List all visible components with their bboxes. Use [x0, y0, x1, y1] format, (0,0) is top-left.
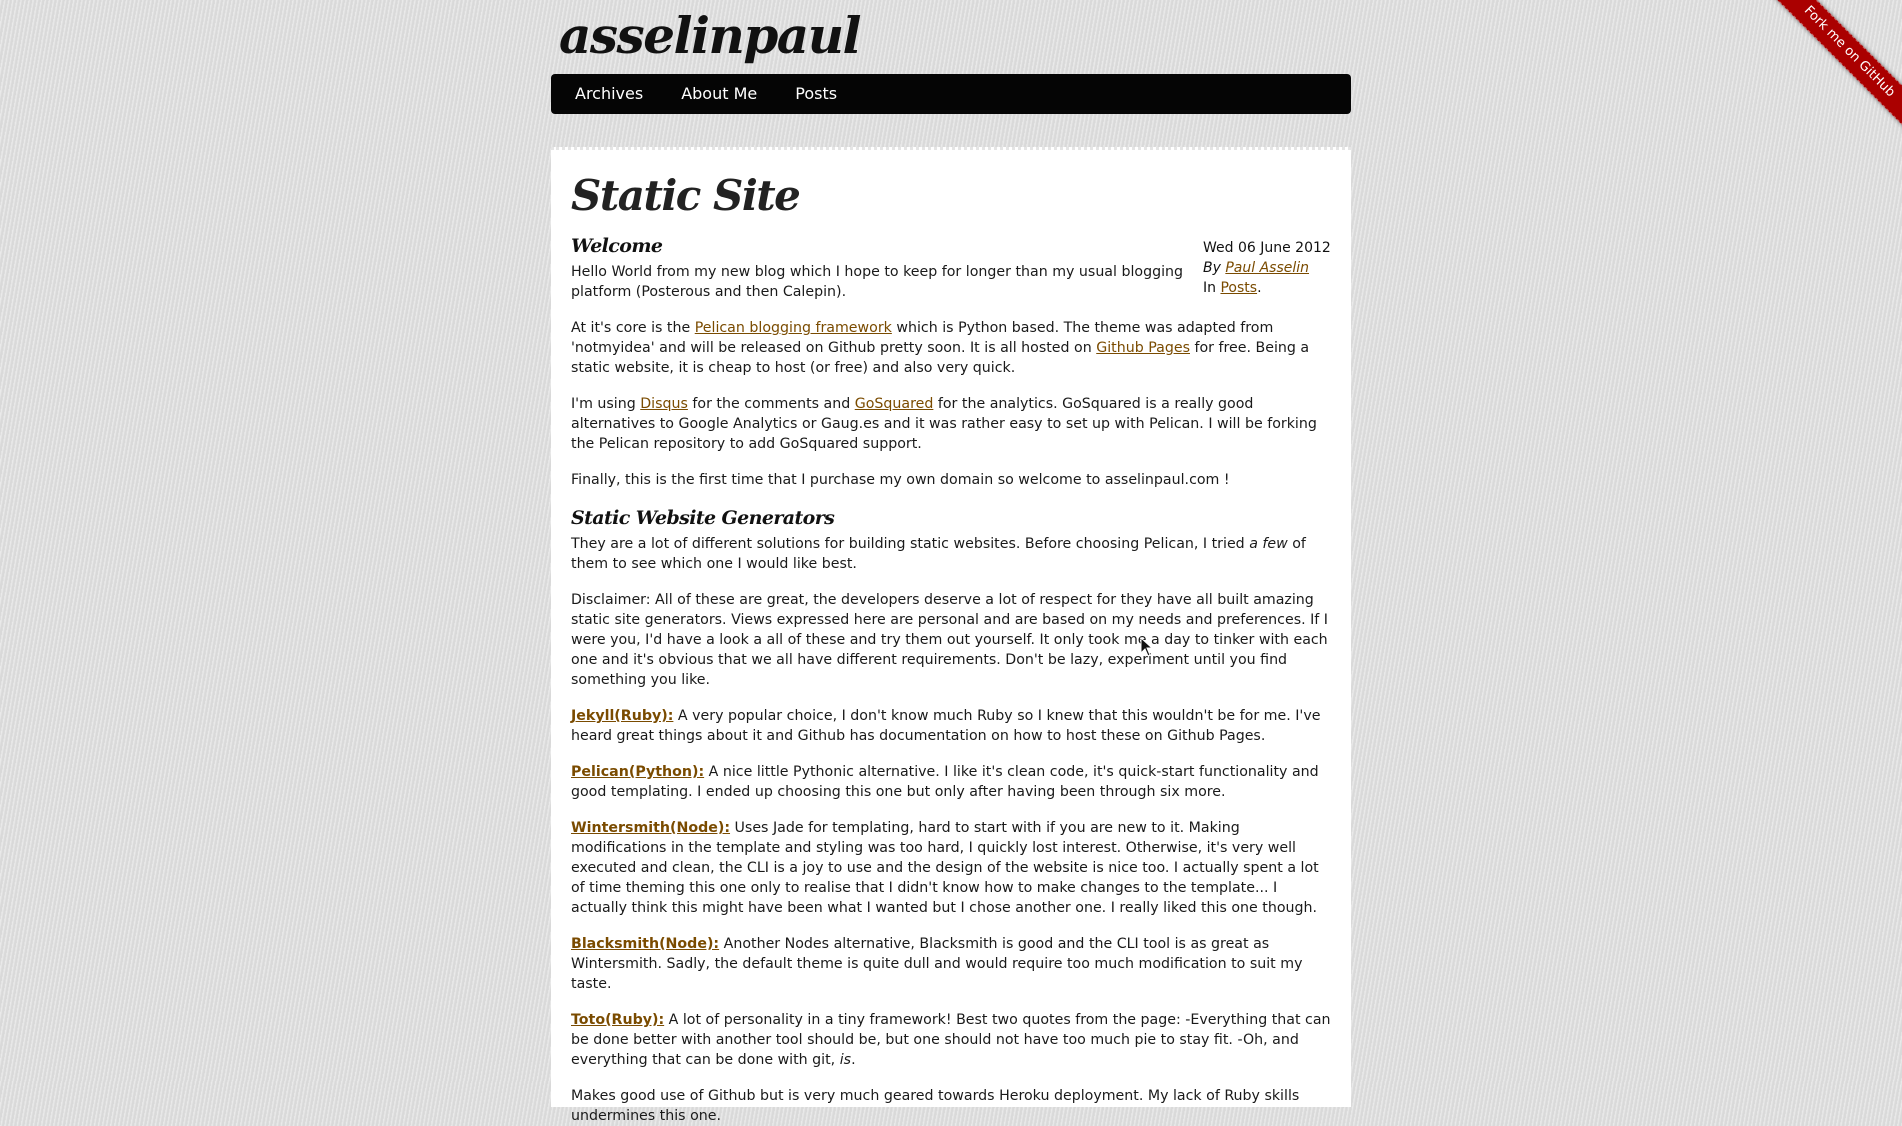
post-category-line: In Posts.: [1203, 280, 1262, 296]
site-title[interactable]: asselinpaul: [559, 6, 862, 66]
text: At it's core is the: [571, 320, 695, 336]
emphasis: a few: [1249, 536, 1288, 552]
text: They are a lot of different solutions fo…: [571, 536, 1250, 552]
paragraph-disclaimer: Disclaimer: All of these are great, the …: [571, 592, 1328, 688]
post-date: Wed 06 June 2012: [1203, 240, 1331, 256]
disqus-link[interactable]: Disqus: [640, 396, 688, 412]
text: I'm using: [571, 396, 641, 412]
category-link[interactable]: Posts: [1220, 280, 1257, 296]
paragraph-core: At it's core is the Pelican blogging fra…: [571, 318, 1331, 378]
text: for the comments and: [687, 396, 855, 412]
nav-item-posts[interactable]: Posts: [781, 74, 851, 114]
toto-link[interactable]: Toto(Ruby):: [571, 1012, 664, 1028]
generator-jekyll: Jekyll(Ruby): A very popular choice, I d…: [571, 706, 1331, 746]
pelican-framework-link[interactable]: Pelican blogging framework: [695, 320, 892, 336]
pelican-link[interactable]: Pelican(Python):: [571, 764, 704, 780]
wintersmith-link[interactable]: Wintersmith(Node):: [571, 820, 730, 836]
blacksmith-link[interactable]: Blacksmith(Node):: [571, 936, 719, 952]
text: .: [851, 1052, 856, 1068]
paragraph-tools: I'm using Disqus for the comments and Go…: [571, 394, 1331, 454]
post-meta: Wed 06 June 2012 By Paul Asselin In Post…: [1203, 238, 1331, 298]
generator-toto: Toto(Ruby): A lot of personality in a ti…: [571, 1010, 1331, 1070]
fork-me-ribbon[interactable]: Fork me on GitHub: [1764, 0, 1902, 137]
article-container: Static Site Wed 06 June 2012 By Paul Ass…: [551, 147, 1351, 1124]
author-link[interactable]: Paul Asselin: [1225, 260, 1309, 276]
paragraph-domain: Finally, this is the first time that I p…: [571, 472, 1230, 488]
post-author-line: By Paul Asselin: [1203, 258, 1331, 278]
page-title: Static Site: [571, 171, 801, 220]
emphasis: is: [839, 1052, 852, 1068]
nav-item-about-me[interactable]: About Me: [667, 74, 771, 114]
text: A very popular choice, I don't know much…: [571, 708, 1321, 744]
generator-blacksmith: Blacksmith(Node): Another Nodes alternat…: [571, 934, 1331, 994]
nav-item-archives[interactable]: Archives: [561, 74, 657, 114]
generator-wintersmith: Wintersmith(Node): Uses Jade for templat…: [571, 818, 1331, 918]
mouse-cursor-icon: [1140, 637, 1154, 657]
main-nav: Archives About Me Posts: [551, 74, 1351, 114]
github-ribbon-container: Fork me on GitHub: [1752, 0, 1902, 150]
heading-generators: Static Website Generators: [571, 507, 835, 529]
gosquared-link[interactable]: GoSquared: [855, 396, 934, 412]
generator-pelican: Pelican(Python): A nice little Pythonic …: [571, 762, 1331, 802]
text: A lot of personality in a tiny framework…: [571, 1012, 1331, 1068]
paragraph-toto-note: Makes good use of Github but is very muc…: [571, 1088, 1300, 1124]
jekyll-link[interactable]: Jekyll(Ruby):: [571, 708, 673, 724]
paragraph-solutions: They are a lot of different solutions fo…: [571, 534, 1331, 574]
github-pages-link[interactable]: Github Pages: [1096, 340, 1190, 356]
by-label: By: [1203, 260, 1221, 276]
in-label: In: [1203, 280, 1217, 296]
